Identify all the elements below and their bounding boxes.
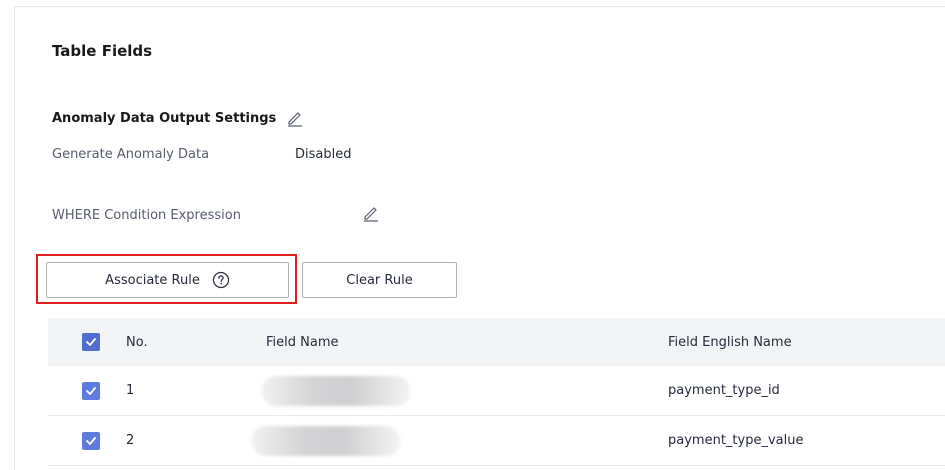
column-header-field-name[interactable]: Field Name [266, 318, 339, 366]
row-number: 1 [126, 383, 135, 398]
checkmark-icon [86, 387, 96, 395]
anomaly-settings-label: Anomaly Data Output Settings [52, 110, 277, 126]
edit-anomaly-settings-pencil-icon[interactable] [286, 109, 304, 127]
clear-rule-button[interactable]: Clear Rule [302, 262, 457, 298]
row-checkbox[interactable] [82, 382, 100, 400]
table-row[interactable]: 2 payment_type_value [48, 416, 945, 466]
row-checkbox[interactable] [82, 432, 100, 450]
associate-rule-label: Associate Rule [105, 272, 200, 288]
select-all-checkbox[interactable] [82, 333, 100, 351]
redacted-field-name [252, 426, 400, 456]
table-header: No. Field Name Field English Name [48, 318, 945, 366]
where-condition-label: WHERE Condition Expression [52, 208, 241, 223]
field-english-name: payment_type_id [668, 383, 780, 398]
question-circle-icon[interactable] [212, 271, 230, 289]
row-number: 2 [126, 433, 135, 448]
redacted-field-name [262, 376, 410, 406]
edit-where-condition-pencil-icon[interactable] [362, 204, 380, 222]
checkmark-icon [86, 437, 96, 445]
checkmark-icon [86, 338, 96, 346]
fields-table: No. Field Name Field English Name 1 paym… [48, 318, 945, 466]
column-header-field-english-name[interactable]: Field English Name [668, 318, 792, 366]
anomaly-settings-title: Anomaly Data Output Settings [52, 109, 304, 127]
clear-rule-label: Clear Rule [346, 272, 413, 288]
table-row[interactable]: 1 payment_type_id [48, 366, 945, 416]
generate-anomaly-value: Disabled [295, 147, 352, 162]
field-english-name: payment_type_value [668, 433, 804, 448]
column-header-no[interactable]: No. [126, 318, 148, 366]
section-title: Table Fields [52, 42, 153, 60]
generate-anomaly-label: Generate Anomaly Data [52, 147, 210, 162]
associate-rule-button[interactable]: Associate Rule [46, 262, 289, 298]
